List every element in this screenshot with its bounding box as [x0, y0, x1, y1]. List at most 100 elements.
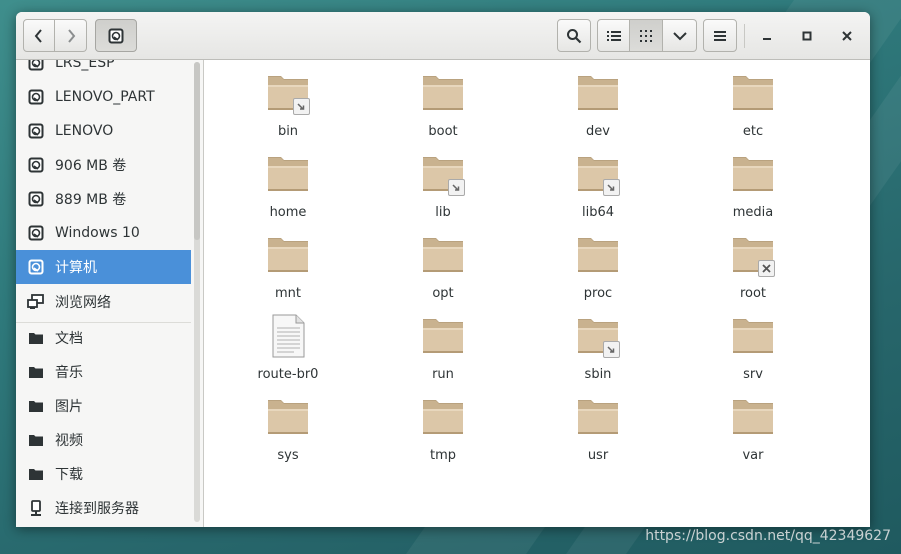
- folder-icon: [729, 69, 777, 117]
- file-item-mnt[interactable]: mnt: [233, 231, 343, 309]
- close-button[interactable]: [830, 19, 864, 52]
- file-item-opt[interactable]: opt: [388, 231, 498, 309]
- forward-button[interactable]: [55, 19, 87, 52]
- search-button[interactable]: [557, 19, 591, 52]
- file-item-root[interactable]: root: [698, 231, 808, 309]
- sidebar-item-computer[interactable]: 计算机: [16, 250, 191, 284]
- sidebar-item-browse-network[interactable]: 浏览网络: [16, 285, 191, 319]
- menu-button[interactable]: [703, 19, 737, 52]
- file-item-srv[interactable]: srv: [698, 312, 808, 390]
- drive-icon: [27, 190, 45, 208]
- sidebar-item-lrs-esp[interactable]: LRS_ESP: [16, 60, 191, 80]
- file-item-sys[interactable]: sys: [233, 393, 343, 471]
- search-icon: [567, 28, 582, 43]
- minimize-icon: [763, 37, 771, 40]
- sidebar-item-windows10[interactable]: Windows 10: [16, 216, 191, 250]
- file-item-home[interactable]: home: [233, 150, 343, 228]
- folder-icon: [574, 231, 622, 279]
- file-item-label: run: [432, 367, 454, 382]
- sidebar-item-documents[interactable]: 文档: [16, 321, 191, 355]
- folder-icon: [264, 231, 312, 279]
- file-item-label: opt: [432, 286, 454, 301]
- sidebar-item-label: 图片: [55, 399, 83, 415]
- folder-icon: [574, 312, 622, 360]
- sidebar-item-906mb-volume[interactable]: 906 MB 卷: [16, 148, 191, 182]
- server-icon: [27, 499, 45, 517]
- sidebar-item-lenovo-part[interactable]: LENOVO_PART: [16, 80, 191, 114]
- drive-icon: [27, 258, 45, 276]
- folder-icon: [574, 393, 622, 441]
- file-item-label: sbin: [584, 367, 612, 382]
- chevron-down-icon: [672, 31, 687, 40]
- file-item-lib[interactable]: lib: [388, 150, 498, 228]
- minimize-button[interactable]: [750, 19, 784, 52]
- back-button[interactable]: [23, 19, 55, 52]
- symlink-arrow-icon: [603, 179, 620, 196]
- symlink-arrow-icon: [293, 98, 310, 115]
- watermark-text: https://blog.csdn.net/qq_42349627: [645, 528, 891, 544]
- folder-icon: [27, 465, 45, 483]
- file-item-label: route-br0: [257, 367, 319, 382]
- sidebar-item-label: 音乐: [55, 365, 83, 381]
- scrollbar-thumb[interactable]: [194, 62, 200, 240]
- maximize-button[interactable]: [790, 19, 824, 52]
- file-item-route-br0[interactable]: route-br0: [233, 312, 343, 390]
- location-drive-button[interactable]: [95, 19, 137, 52]
- drive-icon: [108, 28, 124, 43]
- text-file-icon: [264, 312, 312, 360]
- sidebar-item-downloads[interactable]: 下载: [16, 457, 191, 491]
- header-separator: [744, 24, 745, 48]
- list-view-button[interactable]: [597, 19, 630, 52]
- file-item-proc[interactable]: proc: [543, 231, 653, 309]
- view-options-button[interactable]: [663, 19, 697, 52]
- header-bar: [16, 12, 870, 60]
- file-item-label: lib64: [581, 205, 615, 220]
- file-item-label: bin: [277, 124, 299, 139]
- grid-view-button[interactable]: [630, 19, 663, 52]
- folder-icon: [419, 231, 467, 279]
- file-item-sbin[interactable]: sbin: [543, 312, 653, 390]
- drive-icon: [27, 122, 45, 140]
- file-item-usr[interactable]: usr: [543, 393, 653, 471]
- folder-icon: [419, 150, 467, 198]
- sidebar-item-label: Windows 10: [55, 225, 140, 241]
- folder-icon: [27, 397, 45, 415]
- folder-icon: [264, 150, 312, 198]
- drive-icon: [27, 88, 45, 106]
- sidebar-item-connect-server[interactable]: 连接到服务器: [16, 491, 191, 525]
- folder-icon: [419, 312, 467, 360]
- sidebar-item-videos[interactable]: 视频: [16, 423, 191, 457]
- sidebar-item-889mb-volume[interactable]: 889 MB 卷: [16, 182, 191, 216]
- file-item-label: boot: [428, 124, 458, 139]
- file-item-label: media: [732, 205, 774, 220]
- file-item-label: usr: [587, 448, 609, 463]
- file-item-var[interactable]: var: [698, 393, 808, 471]
- sidebar-item-label: 计算机: [55, 260, 97, 276]
- file-item-run[interactable]: run: [388, 312, 498, 390]
- file-item-dev[interactable]: dev: [543, 69, 653, 147]
- file-item-media[interactable]: media: [698, 150, 808, 228]
- file-item-label: etc: [742, 124, 764, 139]
- maximize-icon: [802, 31, 812, 40]
- view-mode-buttons: [597, 19, 697, 52]
- file-item-bin[interactable]: bin: [233, 69, 343, 147]
- file-item-tmp[interactable]: tmp: [388, 393, 498, 471]
- sidebar-item-lenovo[interactable]: LENOVO: [16, 114, 191, 148]
- file-item-lib64[interactable]: lib64: [543, 150, 653, 228]
- sidebar-item-label: LENOVO_PART: [55, 89, 155, 105]
- folder-icon: [729, 150, 777, 198]
- folder-icon: [264, 393, 312, 441]
- sidebar-item-music[interactable]: 音乐: [16, 355, 191, 389]
- file-manager-window: LRS_ESP LENOVO_PART LENOVO 906 MB 卷 889 …: [16, 12, 870, 527]
- file-item-boot[interactable]: boot: [388, 69, 498, 147]
- folder-icon: [419, 393, 467, 441]
- sidebar-scrollbar[interactable]: [193, 60, 201, 527]
- folder-icon: [27, 431, 45, 449]
- file-item-label: tmp: [429, 448, 456, 463]
- history-buttons: [23, 19, 87, 52]
- sidebar-item-label: 文档: [55, 331, 83, 347]
- folder-icon: [729, 231, 777, 279]
- file-item-etc[interactable]: etc: [698, 69, 808, 147]
- file-item-label: root: [739, 286, 767, 301]
- sidebar-item-pictures[interactable]: 图片: [16, 389, 191, 423]
